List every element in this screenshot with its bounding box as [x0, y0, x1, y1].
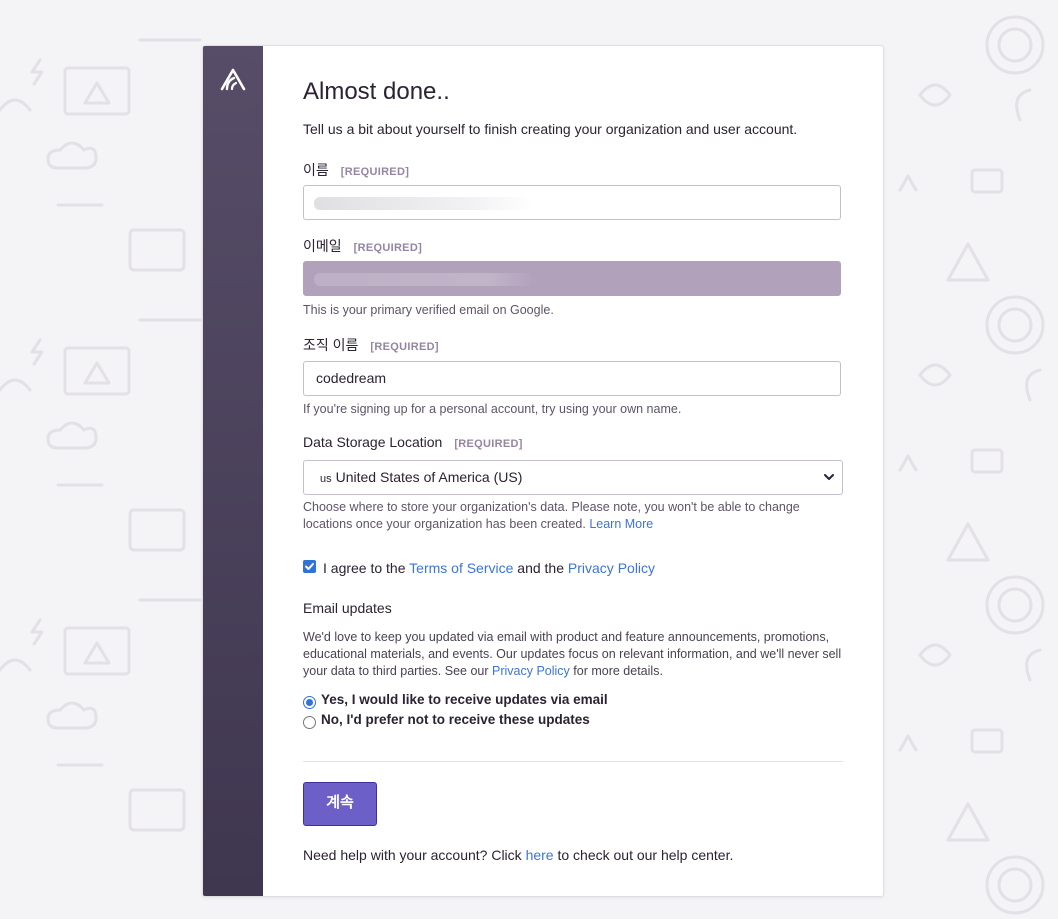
updates-yes-label[interactable]: Yes, I would like to receive updates via…: [321, 692, 608, 707]
page-subtitle: Tell us a bit about yourself to finish c…: [303, 121, 798, 137]
name-input[interactable]: [303, 185, 841, 220]
sentry-logo-icon: [220, 68, 246, 91]
org-label-text: 조직 이름: [303, 337, 359, 353]
learn-more-link[interactable]: Learn More: [589, 517, 653, 531]
storage-location-select[interactable]: us United States of America (US): [303, 460, 843, 495]
org-label: 조직 이름 [REQUIRED]: [303, 335, 439, 355]
signup-card: Almost done.. Tell us a bit about yourse…: [202, 45, 884, 897]
updates-no-radio[interactable]: [303, 716, 316, 729]
redacted-text: [314, 273, 534, 286]
footer-prefix: Need help with your account? Click: [303, 847, 522, 863]
chevron-down-icon: [824, 474, 834, 480]
updates-privacy-policy-link[interactable]: Privacy Policy: [492, 664, 570, 678]
storage-label: Data Storage Location [REQUIRED]: [303, 434, 523, 450]
email-input[interactable]: [303, 261, 841, 296]
org-required-tag: [REQUIRED]: [370, 341, 439, 353]
email-label: 이메일 [REQUIRED]: [303, 236, 422, 256]
org-help-text: If you're signing up for a personal acco…: [303, 402, 682, 416]
org-name-input[interactable]: codedream: [303, 361, 841, 396]
org-name-value: codedream: [316, 370, 387, 386]
terms-prefix: I agree to the: [323, 560, 406, 576]
terms-middle: and the: [517, 560, 565, 576]
terms-label: I agree to the Terms of Service and the …: [323, 560, 655, 576]
email-required-tag: [REQUIRED]: [353, 242, 423, 254]
email-updates-title: Email updates: [303, 600, 392, 616]
page-title: Almost done..: [303, 78, 450, 105]
email-updates-description: We'd love to keep you updated via email …: [303, 629, 843, 680]
help-center-link[interactable]: here: [526, 847, 554, 863]
name-required-tag: [REQUIRED]: [340, 166, 410, 178]
storage-label-text: Data Storage Location: [303, 434, 443, 450]
help-footer: Need help with your account? Click here …: [303, 847, 733, 863]
privacy-policy-link[interactable]: Privacy Policy: [568, 560, 655, 576]
terms-checkbox[interactable]: [303, 560, 316, 573]
email-help-text: This is your primary verified email on G…: [303, 303, 554, 317]
updates-yes-radio[interactable]: [303, 696, 316, 709]
storage-selected-value: United States of America (US): [335, 469, 523, 485]
footer-suffix: to check out our help center.: [557, 847, 734, 863]
storage-help-text: Choose where to store your organization'…: [303, 499, 843, 533]
divider: [303, 761, 843, 762]
sidebar: [203, 46, 263, 896]
flag-icon: us: [320, 473, 332, 485]
continue-button[interactable]: 계속: [303, 782, 377, 826]
email-label-text: 이메일: [303, 238, 342, 254]
updates-description-suffix: for more details.: [573, 664, 663, 678]
terms-of-service-link[interactable]: Terms of Service: [409, 560, 513, 576]
updates-no-label[interactable]: No, I'd prefer not to receive these upda…: [321, 712, 590, 727]
name-label-text: 이름: [303, 162, 329, 178]
storage-required-tag: [REQUIRED]: [454, 438, 523, 450]
checkmark-icon: [305, 563, 314, 570]
redacted-text: [314, 197, 534, 210]
storage-help-body: Choose where to store your organization'…: [303, 500, 800, 531]
name-label: 이름 [REQUIRED]: [303, 160, 409, 180]
